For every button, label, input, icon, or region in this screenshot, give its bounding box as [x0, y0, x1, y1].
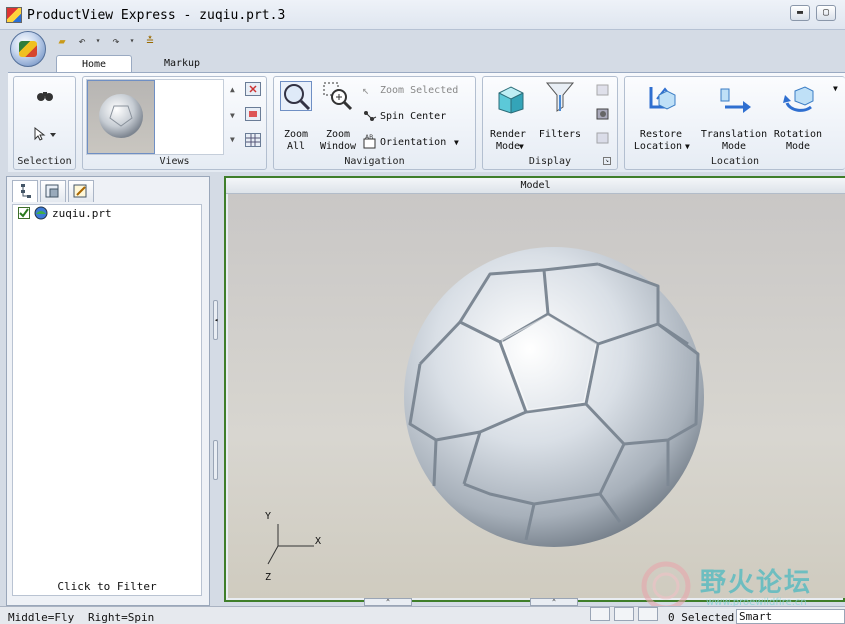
display-option-2-icon[interactable] [595, 107, 611, 121]
panel-splitter[interactable] [211, 176, 223, 606]
display-group-label: Display [528, 156, 572, 167]
part-icon [34, 206, 48, 220]
tree-item-checkbox[interactable] [18, 207, 30, 219]
collapse-left-handle-2[interactable] [213, 440, 218, 480]
zoom-selected-icon: ↖ [362, 83, 370, 97]
display-group: Render Mode ▼ Filters ↘ Display [482, 76, 618, 170]
expand-bottom-handle[interactable]: ⌃ [364, 598, 412, 606]
window-title: ProductView Express - zuqiu.prt.3 [27, 8, 286, 23]
zoom-window-icon[interactable] [322, 81, 354, 111]
translation-mode-icon[interactable] [717, 85, 753, 115]
zoom-selected-label: Zoom Selected [380, 85, 459, 96]
location-group-label: Location [710, 156, 760, 167]
render-mode-icon[interactable] [493, 81, 527, 115]
maximize-button[interactable]: ▢ [816, 5, 836, 21]
filters-icon[interactable] [543, 79, 577, 115]
panel-tabs [8, 178, 208, 202]
display-option-3-icon [595, 131, 611, 145]
zoom-window-label-2[interactable]: Window [316, 141, 360, 153]
spin-center-icon[interactable] [362, 109, 378, 123]
zoom-all-icon[interactable] [280, 81, 312, 111]
application-menu-button[interactable] [10, 31, 46, 67]
restore-location-icon[interactable] [645, 81, 681, 115]
axis-z-label: Z [265, 572, 272, 583]
orientation-dropdown-icon[interactable]: ▼ [454, 137, 459, 149]
undo-dropdown-icon[interactable]: ▾ [90, 33, 106, 49]
redo-icon[interactable]: ↷ [108, 33, 124, 49]
gallery-up-icon[interactable]: ▲ [230, 85, 235, 94]
view-grid-icon[interactable] [245, 133, 261, 147]
ribbon-overflow-icon[interactable]: ▼ [833, 83, 838, 95]
status-selected: 0 Selected [668, 611, 735, 624]
collapse-left-handle[interactable]: ◂ [213, 300, 218, 340]
tab-home[interactable]: Home [56, 55, 132, 73]
gallery-down-icon[interactable]: ▼ [230, 111, 235, 120]
selection-group-label: Selection [17, 156, 72, 167]
status-middle: Middle=Fly [8, 611, 75, 624]
rotation-mode-icon[interactable] [781, 81, 817, 115]
customize-icon[interactable]: ≛ [142, 33, 158, 49]
restore-location-label-1[interactable]: Restore [631, 129, 691, 141]
views-group-label: Views [159, 156, 190, 167]
binoculars-icon[interactable] [36, 90, 54, 102]
selection-filter-select[interactable]: Smart [736, 609, 845, 624]
rotation-mode-label-1[interactable]: Rotation [771, 129, 825, 141]
zoom-all-label-1[interactable]: Zoom [276, 129, 316, 141]
layout-single-icon[interactable] [590, 607, 610, 621]
expand-bottom-handle-2[interactable]: ⌃ [530, 598, 578, 606]
render-mode-label-2[interactable]: Mode [485, 141, 531, 153]
restore-location-label-2[interactable]: Location [631, 141, 685, 153]
restore-location-dropdown-icon[interactable]: ▼ [685, 141, 690, 153]
display-option-1-icon [595, 83, 611, 97]
zoom-window-label-1[interactable]: Zoom [316, 129, 360, 141]
axis-triad [267, 524, 314, 565]
model-title: Model [226, 178, 845, 194]
rotation-mode-label-2[interactable]: Mode [771, 141, 825, 153]
folder-open-icon[interactable]: ▰ [54, 33, 70, 49]
navigation-group: Zoom All Zoom Window ↖ Zoom Selected Spi… [273, 76, 476, 170]
minimize-button[interactable]: ▬ [790, 5, 810, 21]
app-icon [6, 7, 22, 23]
redo-dropdown-icon[interactable]: ▾ [124, 33, 140, 49]
gallery-more-icon[interactable]: ▼ [230, 135, 235, 144]
navigation-group-label: Navigation [344, 156, 405, 167]
tab-structure[interactable] [12, 180, 38, 202]
orientation-label[interactable]: Orientation [380, 137, 446, 149]
structure-tree [12, 204, 202, 596]
undo-icon[interactable]: ↶ [74, 33, 90, 49]
translation-mode-label-2[interactable]: Mode [697, 141, 771, 153]
layout-quad-icon[interactable] [638, 607, 658, 621]
orientation-icon[interactable]: AB [362, 134, 378, 150]
axis-x-label: X [315, 536, 322, 547]
watermark-text: 野火论坛 [700, 568, 813, 598]
filters-label[interactable]: Filters [535, 129, 585, 141]
select-pointer-icon[interactable] [32, 126, 58, 141]
tab-markup[interactable]: Markup [150, 55, 214, 73]
spin-center-label[interactable]: Spin Center [380, 111, 446, 123]
tree-item-label[interactable]: zuqiu.prt [52, 207, 112, 220]
tab-annotations[interactable] [68, 180, 94, 202]
view-save-icon[interactable] [245, 107, 261, 121]
svg-text:AB: AB [365, 134, 373, 141]
views-group: ▲ ▼ ▼ Views [82, 76, 267, 170]
layout-split-icon[interactable] [614, 607, 634, 621]
axis-y-label: Y [265, 511, 272, 522]
view-close-icon[interactable] [245, 82, 261, 96]
tab-properties[interactable] [40, 180, 66, 202]
render-mode-dropdown-icon[interactable]: ▼ [519, 141, 524, 153]
view-thumbnail[interactable] [87, 80, 155, 154]
filter-label[interactable]: Click to Filter [12, 580, 202, 593]
status-right: Right=Spin [88, 611, 155, 624]
location-group: Restore Location ▼ Translation Mode Rota… [624, 76, 845, 170]
translation-mode-label-1[interactable]: Translation [697, 129, 771, 141]
selection-group: Selection [13, 76, 76, 170]
zoom-all-label-2[interactable]: All [276, 141, 316, 153]
render-mode-label-1[interactable]: Render [485, 129, 531, 141]
